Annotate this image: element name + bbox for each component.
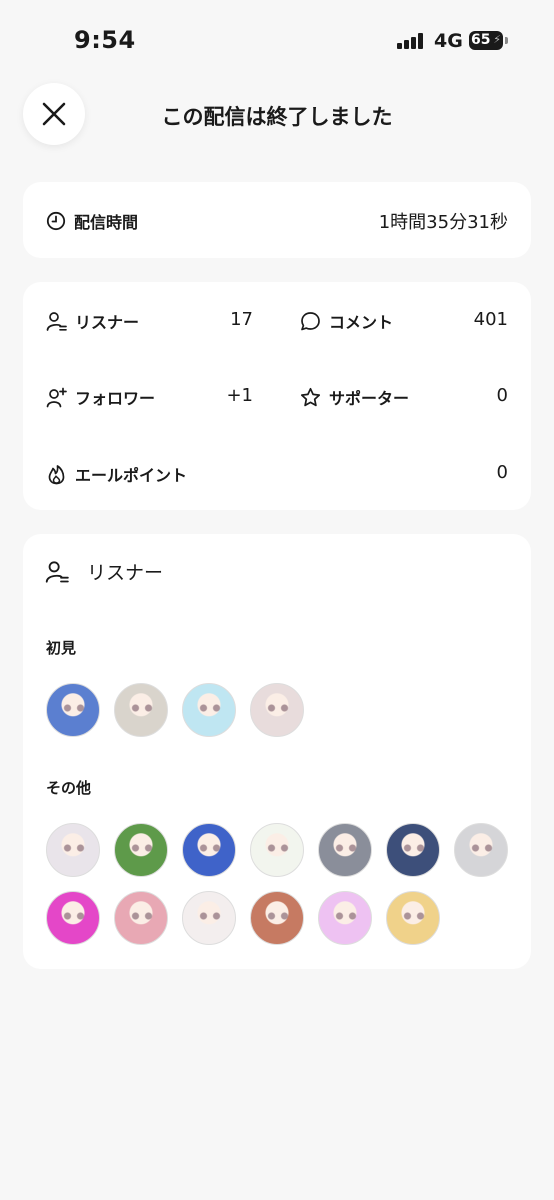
stat-supporters-label: サポーター: [329, 389, 410, 408]
status-bar: 9:54 4G 65 ⚡: [0, 0, 554, 80]
battery-tip: [505, 37, 508, 44]
others-heading: その他: [46, 779, 92, 797]
listener-avatar[interactable]: [114, 891, 168, 945]
listener-avatar[interactable]: [182, 683, 236, 737]
stats-card: リスナー 17 コメント 401 フォロワー +1 サポーター 0 エールポイン…: [23, 282, 531, 510]
listener-avatar[interactable]: [182, 891, 236, 945]
listener-avatar[interactable]: [454, 823, 508, 877]
person-list-icon: [46, 311, 67, 331]
battery-icon: 65 ⚡: [469, 31, 503, 50]
stat-supporters: サポーター: [300, 385, 409, 409]
listener-avatar[interactable]: [114, 823, 168, 877]
listeners-card: リスナー 初見 その他: [23, 534, 531, 969]
listener-avatar[interactable]: [46, 891, 100, 945]
clock-icon: [46, 211, 66, 231]
charging-icon: ⚡: [493, 33, 501, 46]
page-title: この配信は終了しました: [161, 105, 393, 129]
stat-listeners-label: リスナー: [75, 313, 140, 332]
stat-yell-points-value: 0: [496, 462, 508, 483]
duration-label-text: 配信時間: [74, 213, 139, 232]
duration-card: 配信時間 1時間35分31秒: [23, 182, 531, 258]
listener-avatar[interactable]: [46, 683, 100, 737]
duration-value: 1時間35分31秒: [378, 212, 508, 233]
listener-avatar[interactable]: [250, 823, 304, 877]
listener-avatar[interactable]: [182, 823, 236, 877]
listener-avatar[interactable]: [386, 891, 440, 945]
star-icon: [300, 387, 321, 406]
first-time-heading: 初見: [46, 639, 77, 657]
flame-icon: [48, 464, 65, 484]
network-type: 4G: [434, 30, 463, 52]
status-time: 9:54: [74, 26, 136, 54]
stat-listeners-value: 17: [230, 309, 253, 330]
listener-avatar[interactable]: [386, 823, 440, 877]
listener-avatar[interactable]: [46, 823, 100, 877]
listener-avatar[interactable]: [250, 683, 304, 737]
stat-comments: コメント: [300, 309, 393, 333]
listener-avatar[interactable]: [318, 823, 372, 877]
listeners-section-title: リスナー: [45, 558, 163, 585]
person-list-icon: [45, 560, 69, 583]
stat-comments-label: コメント: [329, 313, 394, 332]
signal-icon: [397, 33, 427, 49]
listener-avatar[interactable]: [250, 891, 304, 945]
speech-bubble-icon: [301, 311, 320, 330]
stat-followers-value: +1: [226, 385, 253, 406]
stat-yell-points-label: エールポイント: [75, 466, 188, 485]
battery-level: 65: [471, 32, 491, 48]
stat-comments-value: 401: [473, 309, 508, 330]
person-add-icon: [46, 387, 67, 407]
listener-avatar[interactable]: [318, 891, 372, 945]
stat-followers: フォロワー: [46, 385, 155, 409]
stat-supporters-value: 0: [496, 385, 508, 406]
duration-label: 配信時間: [46, 209, 138, 233]
listeners-section-title-text: リスナー: [87, 562, 164, 584]
stat-listeners: リスナー: [46, 309, 139, 333]
listener-avatar[interactable]: [114, 683, 168, 737]
stat-followers-label: フォロワー: [75, 389, 156, 408]
stat-yell-points: エールポイント: [46, 462, 187, 486]
